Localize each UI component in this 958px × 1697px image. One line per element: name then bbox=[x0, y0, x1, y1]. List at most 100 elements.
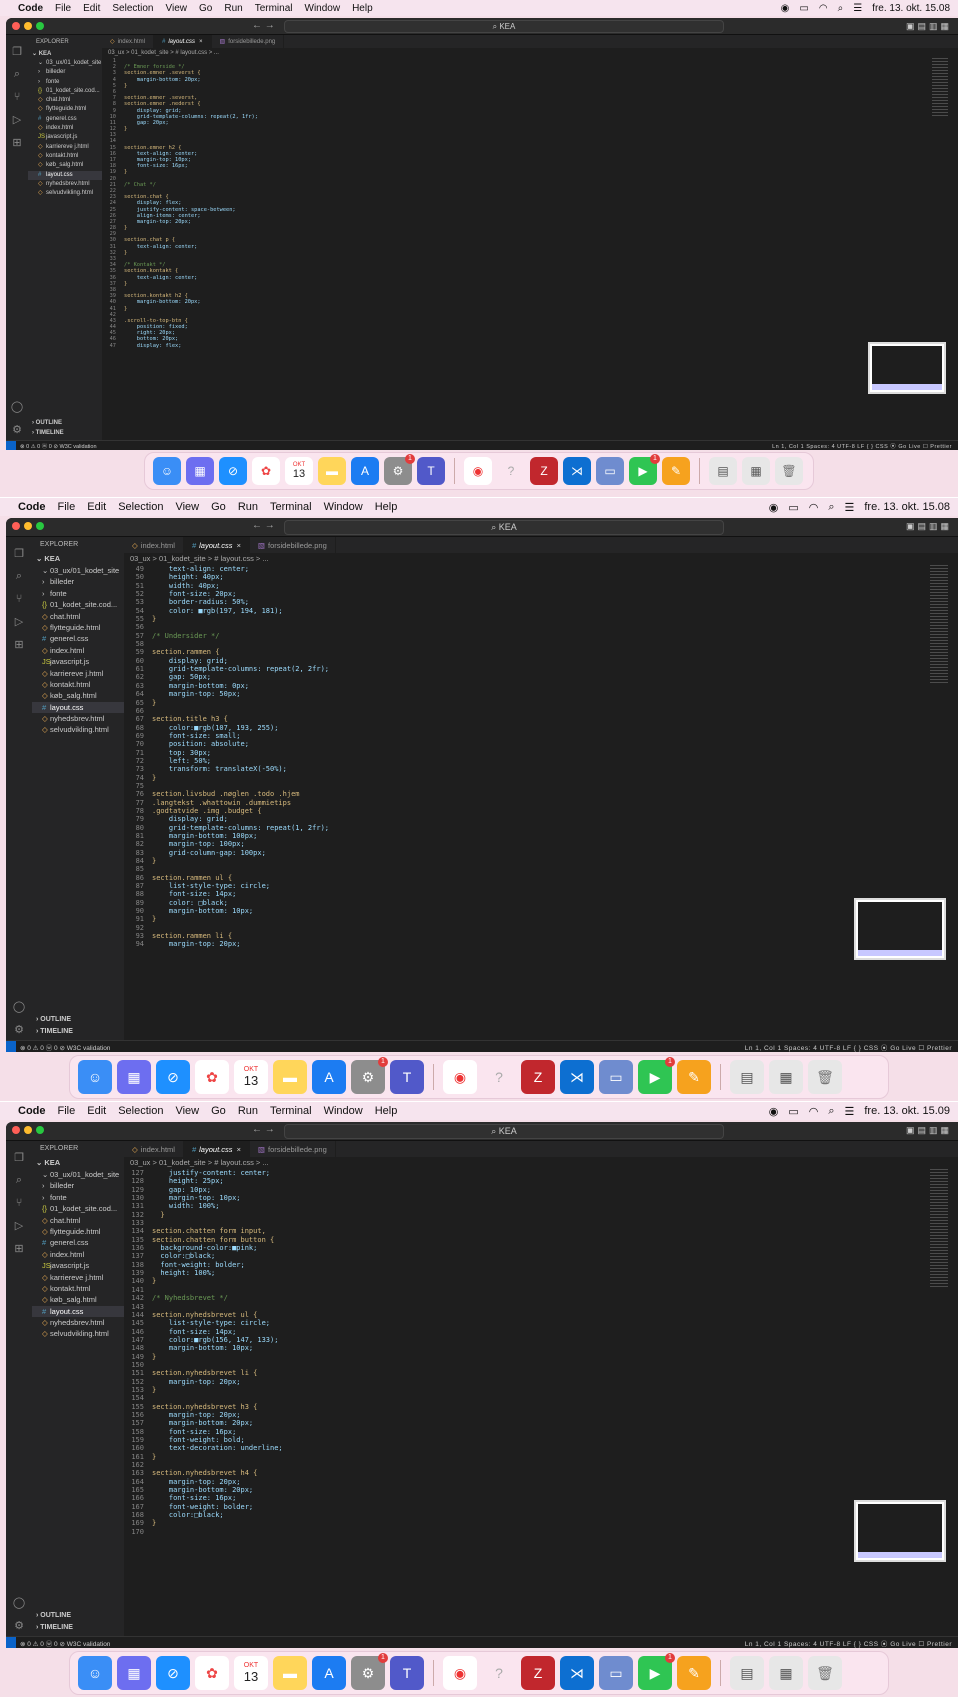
code-line[interactable]: 143 bbox=[124, 1303, 958, 1311]
file-item-kob-salg[interactable]: ◇ køb_salg.html bbox=[32, 690, 124, 701]
code-line[interactable]: 132 } bbox=[124, 1211, 958, 1219]
breadcrumb[interactable]: 03_ux > 01_kodet_site > # layout.css > .… bbox=[124, 1157, 958, 1169]
code-line[interactable]: 92 bbox=[124, 924, 958, 932]
control-icon[interactable]: ◉ bbox=[769, 501, 779, 514]
code-line[interactable]: 129 gap: 10px; bbox=[124, 1186, 958, 1194]
timeline-section[interactable]: › TIMELINE bbox=[32, 1622, 124, 1634]
menu-app[interactable]: Code bbox=[18, 501, 46, 513]
code-line[interactable]: 152 margin-top: 20px; bbox=[124, 1378, 958, 1386]
clock[interactable]: fre. 13. okt. 15.09 bbox=[864, 1105, 950, 1117]
search-icon[interactable]: ⌕ bbox=[6, 570, 32, 583]
chrome-icon[interactable]: ◉ bbox=[464, 457, 492, 485]
code-line[interactable]: 68 color:■rgb(107, 193, 255); bbox=[124, 724, 958, 732]
file-item-selvudvikling[interactable]: ◇ selvudvikling.html bbox=[28, 189, 102, 198]
code-line[interactable]: 88 font-size: 14px; bbox=[124, 890, 958, 898]
finder-icon[interactable]: ☺ bbox=[78, 1656, 112, 1690]
close-icon[interactable]: × bbox=[237, 1145, 241, 1154]
menu-edit[interactable]: Edit bbox=[87, 501, 106, 513]
vscode-icon[interactable]: ⋊ bbox=[563, 457, 591, 485]
code-line[interactable]: 91} bbox=[124, 915, 958, 923]
launchpad-icon[interactable]: ▦ bbox=[117, 1060, 151, 1094]
downloads-icon[interactable]: ▤ bbox=[730, 1656, 764, 1690]
menu-view[interactable]: View bbox=[166, 3, 188, 14]
help-icon[interactable]: ? bbox=[482, 1656, 516, 1690]
code-line[interactable]: 53 border-radius: 50%; bbox=[124, 598, 958, 606]
wifi-icon[interactable]: ◠ bbox=[809, 1105, 819, 1118]
clock[interactable]: fre. 13. okt. 15.08 bbox=[872, 3, 950, 14]
code-line[interactable]: 160 text-decoration: underline; bbox=[124, 1444, 958, 1452]
notes-icon[interactable]: ▬ bbox=[273, 1656, 307, 1690]
folder-item[interactable]: ⌄ 03_ux/01_kodet_site bbox=[32, 565, 124, 576]
menu-window[interactable]: Window bbox=[324, 501, 363, 513]
search-icon[interactable]: ⌕ bbox=[6, 1174, 32, 1187]
file-item-chat[interactable]: ◇ chat.html bbox=[32, 1215, 124, 1226]
command-center-search[interactable]: ⌕ KEA bbox=[284, 20, 724, 33]
breadcrumb[interactable]: 03_ux > 01_kodet_site > # layout.css > .… bbox=[102, 48, 958, 58]
extensions-icon[interactable]: ⊞ bbox=[6, 638, 32, 651]
file-item-generel[interactable]: # generel.css bbox=[32, 1237, 124, 1248]
nav-arrows-icon[interactable]: ← → bbox=[252, 20, 275, 31]
help-icon[interactable]: ? bbox=[497, 457, 525, 485]
run-debug-icon[interactable]: ▷ bbox=[6, 113, 28, 126]
code-line[interactable]: 140} bbox=[124, 1277, 958, 1285]
code-line[interactable]: 63 margin-bottom: 0px; bbox=[124, 682, 958, 690]
code-line[interactable]: 87 list-style-type: circle; bbox=[124, 882, 958, 890]
teams-icon[interactable]: T bbox=[390, 1060, 424, 1094]
code-line[interactable]: 85 bbox=[124, 865, 958, 873]
pages-icon[interactable]: ✎ bbox=[677, 1656, 711, 1690]
code-line[interactable]: 64 margin-top: 50px; bbox=[124, 690, 958, 698]
menu-edit[interactable]: Edit bbox=[87, 1105, 106, 1117]
extensions-icon[interactable]: ⊞ bbox=[6, 1242, 32, 1255]
teams-icon[interactable]: T bbox=[390, 1656, 424, 1690]
settings-gear-icon[interactable]: ⚙ bbox=[6, 1619, 32, 1632]
code-line[interactable]: 146 font-size: 14px; bbox=[124, 1328, 958, 1336]
code-line[interactable]: 86 section.rammen ul { bbox=[124, 874, 958, 882]
file-item-flytteguide[interactable]: ◇ flytteguide.html bbox=[32, 622, 124, 633]
settings-gear-icon[interactable]: ⚙ bbox=[6, 1023, 32, 1036]
code-line[interactable]: 47 display: flex; bbox=[102, 343, 958, 349]
status-left[interactable]: ⊗ 0 ⚠ 0 ⓦ 0 ⊘ W3C validation bbox=[20, 1638, 110, 1648]
code-line[interactable]: 161} bbox=[124, 1453, 958, 1461]
file-item-billeder[interactable]: › billeder bbox=[32, 1180, 124, 1191]
run-debug-icon[interactable]: ▷ bbox=[6, 615, 32, 628]
nav-arrows-icon[interactable]: ← → bbox=[252, 1124, 275, 1135]
code-line[interactable]: 127 justify-content: center; bbox=[124, 1169, 958, 1177]
zoom-window-button[interactable] bbox=[36, 1126, 44, 1134]
file-item-javascript[interactable]: JSjavascript.js bbox=[28, 133, 102, 142]
code-line[interactable]: 170 bbox=[124, 1528, 958, 1536]
preview-icon[interactable]: ▭ bbox=[596, 457, 624, 485]
files-icon[interactable]: ❐ bbox=[6, 547, 32, 560]
file-item-index[interactable]: ◇ index.html bbox=[32, 1249, 124, 1260]
layout-toggle-icons[interactable]: ▣▤▥▦ bbox=[906, 21, 952, 32]
status-left[interactable]: ⊗ 0 ⚠ 0 ⓦ 0 ⊘ W3C validation bbox=[20, 442, 97, 450]
source-control-icon[interactable]: ⑂ bbox=[6, 593, 32, 605]
file-item-layout[interactable]: # layout.css bbox=[28, 170, 102, 180]
file-item-selvudvikling[interactable]: ◇ selvudvikling.html bbox=[32, 724, 124, 735]
code-line[interactable]: 141 bbox=[124, 1286, 958, 1294]
code-line[interactable]: 62 gap: 50px; bbox=[124, 673, 958, 681]
code-line[interactable]: 55} bbox=[124, 615, 958, 623]
code-line[interactable]: 134 section.chatten form input, bbox=[124, 1227, 958, 1235]
battery-icon[interactable]: ▭ bbox=[788, 1105, 798, 1118]
workspace-root[interactable]: ⌄ KEA bbox=[32, 553, 124, 565]
code-line[interactable]: 84} bbox=[124, 857, 958, 865]
code-editor[interactable]: 49 text-align: center; 50 height: 40px; 51… bbox=[124, 565, 958, 1040]
remote-icon[interactable] bbox=[6, 441, 16, 450]
code-line[interactable]: 151 section.nyhedsbrevet li { bbox=[124, 1369, 958, 1377]
search-icon[interactable]: ⌕ bbox=[6, 68, 28, 81]
file-item-workspace[interactable]: {} 01_kodet_site.cod... bbox=[32, 1203, 124, 1214]
menu-help[interactable]: Help bbox=[352, 3, 373, 14]
code-line[interactable]: 54 color: ■rgb(197, 194, 181); bbox=[124, 607, 958, 615]
code-line[interactable]: 79 display: grid; bbox=[124, 815, 958, 823]
calendar-icon[interactable]: OKT 13 bbox=[234, 1060, 268, 1094]
code-line[interactable]: 94 margin-top: 20px; bbox=[124, 940, 958, 948]
downloads-icon[interactable]: ▤ bbox=[730, 1060, 764, 1094]
code-line[interactable]: 131 width: 100%; bbox=[124, 1202, 958, 1210]
code-line[interactable]: 165 margin-bottom: 20px; bbox=[124, 1486, 958, 1494]
tab-layout[interactable]: # layout.css × bbox=[183, 1141, 250, 1157]
status-left[interactable]: ⊗ 0 ⚠ 0 ⓦ 0 ⊘ W3C validation bbox=[20, 1042, 110, 1052]
code-editor[interactable]: 1 2/* Emner forside */3 section.emner .sev… bbox=[102, 58, 958, 440]
menu-help[interactable]: Help bbox=[375, 501, 398, 513]
menu-terminal[interactable]: Terminal bbox=[270, 1105, 312, 1117]
app-store-icon[interactable]: A bbox=[312, 1656, 346, 1690]
